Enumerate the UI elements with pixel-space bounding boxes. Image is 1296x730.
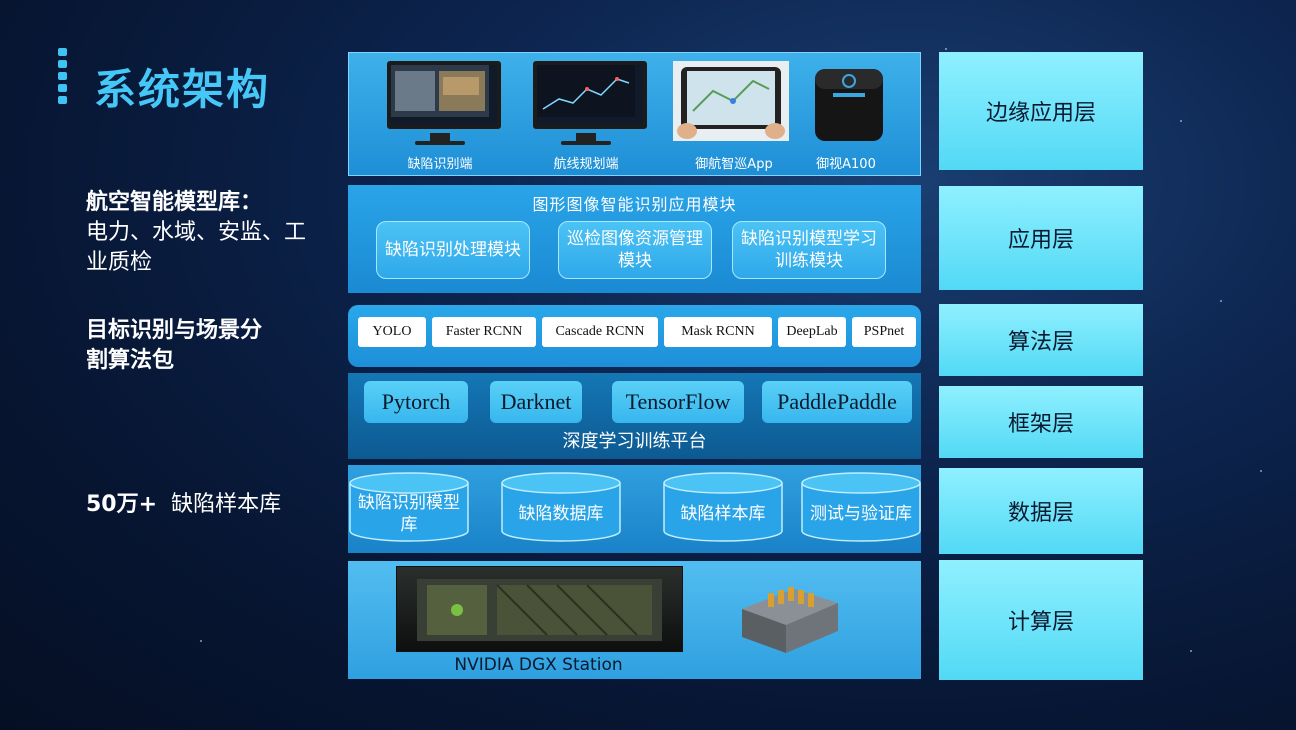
database-test-validation: 测试与验证库 bbox=[800, 471, 922, 543]
database-label: 缺陷样本库 bbox=[680, 504, 766, 524]
module-defect-processing: 缺陷识别处理模块 bbox=[376, 221, 530, 279]
algorithm-layer: YOLO Faster RCNN Cascade RCNN Mask RCNN … bbox=[348, 305, 921, 367]
note-text: 电力、水域、安监、工业质检 bbox=[86, 220, 307, 275]
star-dot bbox=[945, 48, 947, 50]
edge-application-layer: 缺陷识别端 航线规划端 御航智巡App 御视A100 bbox=[348, 52, 921, 176]
tablet-image bbox=[673, 61, 789, 141]
database-sample-library: 缺陷样本库 bbox=[662, 471, 784, 543]
note-model-library: 航空智能模型库： 电力、水域、安监、工业质检 bbox=[86, 188, 316, 278]
database-model-library: 缺陷识别模型库 bbox=[348, 471, 470, 543]
framework-pytorch: Pytorch bbox=[364, 381, 468, 423]
algo-mask-rcnn: Mask RCNN bbox=[664, 317, 772, 347]
algo-faster-rcnn: Faster RCNN bbox=[432, 317, 536, 347]
star-dot bbox=[1220, 300, 1222, 302]
label-data-layer: 数据层 bbox=[939, 468, 1143, 554]
note-bold: 目标识别与场景分割算法包 bbox=[86, 318, 263, 373]
algo-deeplab: DeepLab bbox=[778, 317, 846, 347]
framework-layer: Pytorch Darknet TensorFlow PaddlePaddle … bbox=[348, 373, 921, 459]
data-layer: 缺陷识别模型库 缺陷数据库 缺陷样本库 测试与验证库 bbox=[348, 465, 921, 553]
dgx-caption: NVIDIA DGX Station bbox=[454, 655, 623, 675]
note-bold: 50万+ bbox=[86, 492, 158, 517]
label-compute-layer: 计算层 bbox=[939, 560, 1143, 680]
device-caption: 御视A100 bbox=[816, 157, 876, 172]
monitor-image bbox=[533, 61, 647, 129]
note-text: 缺陷样本库 bbox=[171, 492, 282, 517]
device-caption: 航线规划端 bbox=[553, 157, 619, 172]
device-caption: 御航智巡App bbox=[695, 157, 773, 172]
database-defect-data: 缺陷数据库 bbox=[500, 471, 622, 543]
note-bold: 航空智能模型库： bbox=[86, 190, 263, 215]
dgx-station-image bbox=[396, 566, 683, 652]
database-label: 缺陷数据库 bbox=[518, 504, 604, 524]
star-dot bbox=[1180, 120, 1182, 122]
framework-caption: 深度学习训练平台 bbox=[562, 431, 707, 452]
star-dot bbox=[1260, 470, 1262, 472]
module-image-resource: 巡检图像资源管理模块 bbox=[558, 221, 712, 279]
algo-pspnet: PSPnet bbox=[852, 317, 916, 347]
framework-darknet: Darknet bbox=[490, 381, 582, 423]
database-label: 测试与验证库 bbox=[810, 504, 912, 524]
label-edge-application-layer: 边缘应用层 bbox=[939, 52, 1143, 170]
label-framework-layer: 框架层 bbox=[939, 386, 1143, 458]
algo-yolo: YOLO bbox=[358, 317, 426, 347]
algo-cascade-rcnn: Cascade RCNN bbox=[542, 317, 658, 347]
a100-box-image bbox=[815, 69, 883, 141]
label-algorithm-layer: 算法层 bbox=[939, 304, 1143, 376]
database-label: 缺陷识别模型库 bbox=[358, 493, 460, 535]
title-accent-icon bbox=[58, 48, 67, 106]
star-dot bbox=[200, 640, 202, 642]
note-sample-library: 50万+ 缺陷样本库 bbox=[86, 490, 286, 520]
application-layer: 图形图像智能识别应用模块 缺陷识别处理模块 巡检图像资源管理模块 缺陷识别模型学… bbox=[348, 185, 921, 293]
framework-paddlepaddle: PaddlePaddle bbox=[762, 381, 912, 423]
gpu-server-image bbox=[742, 587, 838, 653]
label-application-layer: 应用层 bbox=[939, 186, 1143, 290]
star-dot bbox=[1190, 650, 1192, 652]
page-title: 系统架构 bbox=[94, 65, 271, 114]
framework-tensorflow: TensorFlow bbox=[612, 381, 744, 423]
compute-layer: NVIDIA DGX Station bbox=[348, 561, 921, 679]
note-algorithm-package: 目标识别与场景分割算法包 bbox=[86, 316, 276, 376]
app-module-title: 图形图像智能识别应用模块 bbox=[532, 195, 737, 214]
module-model-training: 缺陷识别模型学习训练模块 bbox=[732, 221, 886, 279]
device-caption: 缺陷识别端 bbox=[407, 157, 473, 172]
monitor-image bbox=[387, 61, 501, 129]
